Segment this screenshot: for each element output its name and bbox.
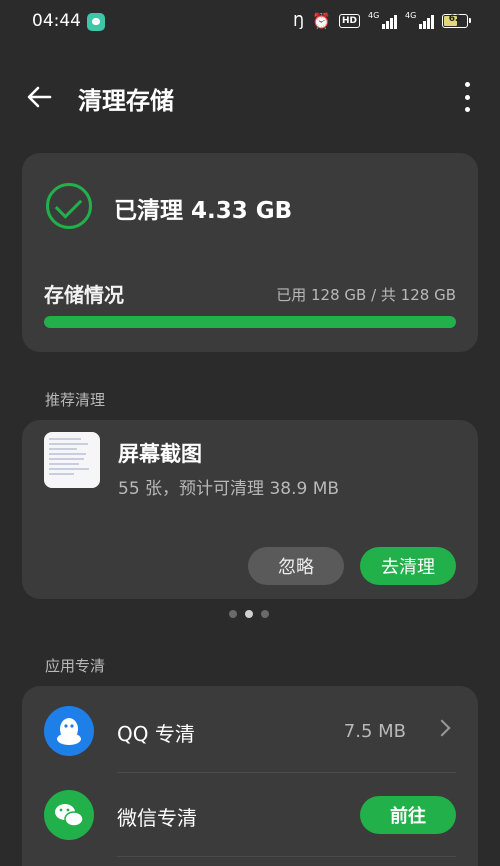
battery-icon: 62 [442,14,471,28]
status-bar: 04:44 Ŋ ⏰ HD 4G 4G 62 [0,0,500,44]
signal-icon-2: 4G [405,11,434,29]
ignore-button[interactable]: 忽略 [248,547,344,585]
alarm-icon: ⏰ [312,12,331,30]
app-clean-card: QQ 专清 7.5 MB 微信专清 前往 [22,686,478,866]
recommend-item-title: 屏幕截图 [118,442,202,466]
hd-icon: HD [338,14,360,28]
app-name-wechat: 微信专清 [117,806,197,830]
signal-1-label: 4G [368,11,380,20]
app-header: 清理存储 [0,70,500,124]
recommend-section-title: 推荐清理 [45,391,106,409]
pager-dot [245,610,253,618]
storage-progress-fill [44,316,456,328]
back-arrow-icon [27,86,52,108]
more-dot-icon [464,82,470,87]
app-row-wechat[interactable]: 微信专清 前往 [22,772,478,856]
screenshot-thumbnail [44,432,100,488]
nfc-icon: Ŋ [293,12,305,30]
status-icons: Ŋ ⏰ HD 4G 4G 62 [293,11,471,30]
app-row-qq[interactable]: QQ 专清 7.5 MB [22,688,478,772]
signal-2-label: 4G [405,11,417,20]
cleaned-amount: 已清理 4.33 GB [114,198,293,224]
go-clean-button[interactable]: 去清理 [360,547,456,585]
more-dot-icon [464,94,470,100]
status-time: 04:44 [32,11,81,31]
app-name-qq: QQ 专清 [117,722,195,746]
battery-percent: 62 [448,14,462,24]
more-options-button[interactable] [462,82,472,112]
app-clean-section-title: 应用专清 [45,657,106,675]
recommend-item-subtitle: 55 张，预计可清理 38.9 MB [118,479,340,499]
page-title: 清理存储 [78,87,174,115]
carousel-pager [229,610,269,618]
qq-penguin-icon [44,706,94,756]
chevron-right-icon [433,719,451,737]
check-circle-icon [46,183,92,229]
row-divider [117,856,456,857]
storage-status-label: 存储情况 [44,283,124,307]
storage-progress-bar [44,316,456,328]
signal-icon-1: 4G [368,11,397,29]
screenshot-clean-card[interactable]: 屏幕截图 55 张，预计可清理 38.9 MB 忽略 去清理 [22,420,478,599]
pager-dot [229,610,237,618]
storage-usage-text: 已用 128 GB / 共 128 GB [276,286,456,304]
go-button-wechat[interactable]: 前往 [360,796,456,834]
pager-dot [261,610,269,618]
wechat-bubbles-icon [44,790,94,840]
more-dot-icon [464,107,470,112]
storage-summary-card: 已清理 4.33 GB 存储情况 已用 128 GB / 共 128 GB [22,153,478,352]
message-notification-icon [87,13,105,31]
app-size-qq: 7.5 MB [343,721,406,742]
back-button[interactable] [22,80,56,114]
